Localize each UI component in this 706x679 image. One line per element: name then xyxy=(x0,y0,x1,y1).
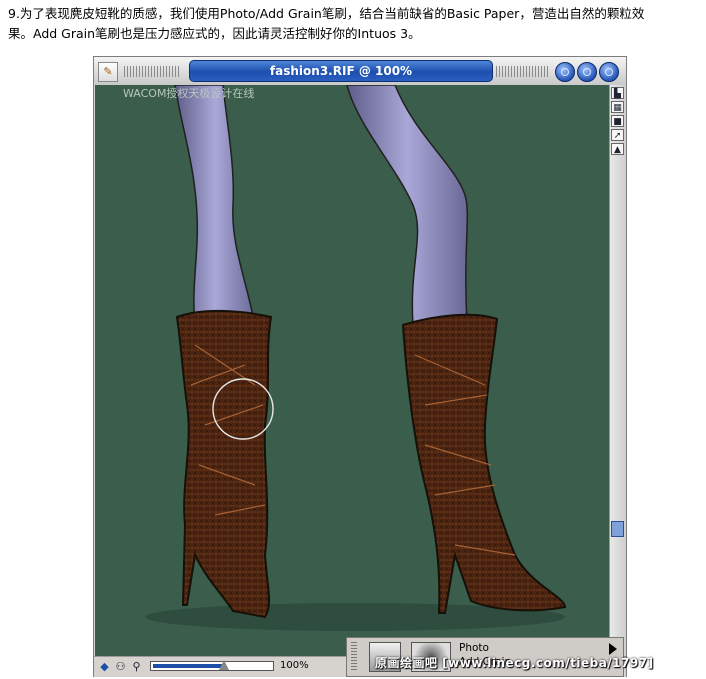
layout-icon[interactable]: ▙ xyxy=(611,87,624,99)
arrow-icon[interactable]: ➚ xyxy=(611,129,624,141)
instruction-line-1: 9.为了表现麂皮短靴的质感，我们使用Photo/Add Grain笔刷，结合当前… xyxy=(8,6,645,21)
canvas-watermark: WACOM授权天极设计在线 xyxy=(123,87,255,100)
title-grip-left xyxy=(124,66,180,77)
window-title: fashion3.RIF @ 100% xyxy=(189,60,493,82)
drawing-canvas[interactable]: WACOM授权天极设计在线 xyxy=(95,85,609,656)
brush-icon[interactable]: ✎ xyxy=(98,62,118,82)
zoom-percent: 100% xyxy=(280,660,309,671)
title-grip-right xyxy=(496,66,550,77)
site-watermark: 原画绘画吧 [www.linecg.com/tieba/1797] xyxy=(375,656,654,670)
brush-bar-grip[interactable] xyxy=(351,642,357,672)
screen-mode-icon[interactable]: ■ xyxy=(611,115,624,127)
title-bar[interactable]: ✎ fashion3.RIF @ 100% xyxy=(94,57,626,85)
maximize-icon[interactable] xyxy=(577,62,597,82)
zoom-slider-knob[interactable] xyxy=(218,660,229,670)
instruction-line-2: 果。Add Grain笔刷也是压力感应式的，因此请灵活控制好你的Intuos 3… xyxy=(8,26,421,41)
binoculars-icon[interactable]: ⚇ xyxy=(114,660,127,673)
minimize-icon[interactable] xyxy=(555,62,575,82)
document-window: ✎ fashion3.RIF @ 100% WACOM授权天极设计在线 ▙ ▦ … xyxy=(93,56,627,677)
tutorial-instructions: 9.为了表现麂皮短靴的质感，我们使用Photo/Add Grain笔刷，结合当前… xyxy=(8,4,702,44)
grid-icon[interactable]: ▦ xyxy=(611,101,624,113)
zoom-slider-fill xyxy=(153,664,224,668)
zoom-slider[interactable] xyxy=(150,660,274,671)
magnifier-icon[interactable]: ⚲ xyxy=(130,660,143,673)
navigator-icon[interactable]: ◆ xyxy=(98,660,111,673)
close-icon[interactable] xyxy=(599,62,619,82)
boots-illustration xyxy=(145,85,567,631)
scroll-thumb[interactable] xyxy=(611,521,624,537)
scroll-up-icon[interactable]: ▲ xyxy=(611,143,624,155)
vertical-scrollbar[interactable]: ▙ ▦ ■ ➚ ▲ xyxy=(609,85,626,656)
brush-category-label: Photo xyxy=(459,642,489,654)
